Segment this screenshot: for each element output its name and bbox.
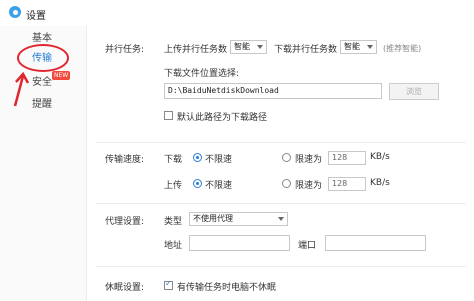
app-logo-icon [9, 6, 21, 18]
upload-limit-input[interactable]: 128 [328, 177, 366, 191]
proxy-address-input[interactable] [189, 235, 290, 251]
browse-button[interactable]: 浏览 [389, 83, 439, 100]
upload-limit-radio[interactable] [282, 179, 291, 188]
sleep-section-label: 休眠设置: [105, 283, 145, 293]
download-unlimited-radio[interactable] [193, 153, 202, 162]
proxy-address-label: 地址 [164, 241, 183, 251]
default-path-label: 默认此路径为下载路径 [177, 113, 268, 123]
chevron-down-icon [257, 45, 263, 49]
proxy-port-input[interactable] [325, 235, 426, 251]
upload-parallel-select[interactable]: 智能 [230, 40, 267, 54]
upload-unit-label: KB/s [370, 178, 390, 188]
parallel-section-label: 并行任务: [105, 45, 145, 55]
upload-speed-label: 上传 [164, 181, 183, 191]
upload-parallel-value: 智能 [234, 42, 250, 51]
prevent-sleep-label: 有传输任务时电脑不休眠 [177, 283, 277, 293]
proxy-port-label: 端口 [298, 241, 317, 251]
upload-limit-label: 限速为 [295, 181, 323, 191]
parallel-hint: (推荐智能) [383, 44, 422, 53]
annotation-arrow-icon [13, 72, 30, 107]
title-bar: 设置 [0, 0, 474, 26]
download-unit-label: KB/s [370, 152, 390, 162]
download-speed-label: 下载 [164, 155, 183, 165]
download-unlimited-label: 不限速 [205, 155, 233, 165]
speed-section-label: 传输速度: [105, 155, 145, 165]
proxy-type-select[interactable]: 不使用代理 [189, 212, 288, 226]
chevron-down-icon [367, 45, 373, 49]
prevent-sleep-checkbox[interactable] [164, 279, 173, 290]
section-divider [96, 266, 466, 267]
download-parallel-select[interactable]: 智能 [340, 40, 377, 54]
section-divider [96, 203, 466, 204]
download-parallel-label: 下载并行任务数 [274, 45, 338, 55]
new-badge: NEW [52, 71, 71, 80]
default-path-checkbox[interactable] [164, 111, 173, 120]
annotation-circle [17, 44, 69, 72]
proxy-type-value: 不使用代理 [193, 214, 233, 223]
download-limit-input[interactable]: 128 [328, 151, 366, 165]
download-parallel-value: 智能 [344, 42, 360, 51]
upload-unlimited-radio[interactable] [193, 179, 202, 188]
window-title: 设置 [26, 11, 46, 22]
download-limit-radio[interactable] [282, 153, 291, 162]
download-limit-label: 限速为 [295, 155, 323, 165]
upload-unlimited-label: 不限速 [205, 181, 233, 191]
upload-parallel-label: 上传并行任务数 [164, 45, 228, 55]
proxy-section-label: 代理设置: [105, 217, 145, 227]
chevron-down-icon [278, 217, 284, 221]
download-location-label: 下载文件位置选择: [164, 69, 240, 79]
download-path-input[interactable]: D:\BaiduNetdiskDownload [164, 83, 382, 99]
section-divider [96, 142, 466, 143]
proxy-type-label: 类型 [164, 217, 183, 227]
